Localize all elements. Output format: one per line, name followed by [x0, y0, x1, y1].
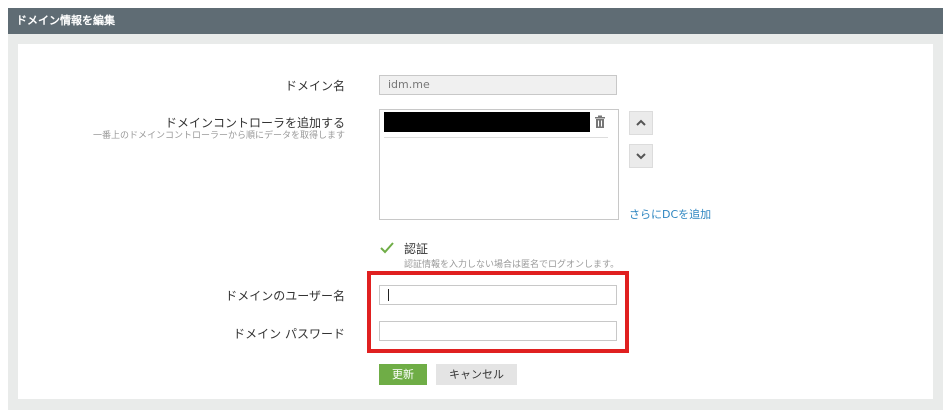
trash-icon[interactable]	[594, 115, 606, 129]
highlight-box	[367, 271, 629, 353]
domain-name-label: ドメイン名	[284, 79, 345, 93]
auth-label: 認証	[404, 242, 429, 256]
password-label: ドメイン パスワード	[233, 327, 345, 341]
dc-sub-label: 一番上のドメインコントローラーから順にデータを取得します	[92, 131, 345, 141]
add-dc-link[interactable]: さらにDCを追加	[629, 206, 711, 222]
dc-divider	[384, 137, 608, 138]
chevron-down-icon	[636, 153, 646, 160]
form-panel: ドメイン名 idm.me ドメインコントローラを追加する 一番上のドメインコント…	[18, 44, 933, 399]
page-title: ドメイン情報を編集	[8, 8, 943, 34]
chevron-up-icon	[636, 119, 646, 126]
update-button[interactable]: 更新	[379, 364, 427, 385]
cancel-button[interactable]: キャンセル	[436, 364, 517, 385]
edit-domain-window: ドメイン情報を編集 ドメイン名 idm.me ドメインコントローラを追加する 一…	[8, 8, 943, 410]
domain-name-field: idm.me	[379, 75, 617, 95]
username-label: ドメインのユーザー名	[225, 289, 345, 303]
auth-checkbox[interactable]	[379, 241, 395, 255]
auth-sub-label: 認証情報を入力しない場合は匿名でログオンします。	[404, 260, 620, 270]
move-down-button[interactable]	[629, 144, 653, 168]
dc-label: ドメインコントローラを追加する	[164, 116, 345, 130]
move-up-button[interactable]	[629, 111, 653, 135]
dc-entry-redacted[interactable]	[384, 112, 590, 132]
dc-list[interactable]	[379, 109, 619, 220]
